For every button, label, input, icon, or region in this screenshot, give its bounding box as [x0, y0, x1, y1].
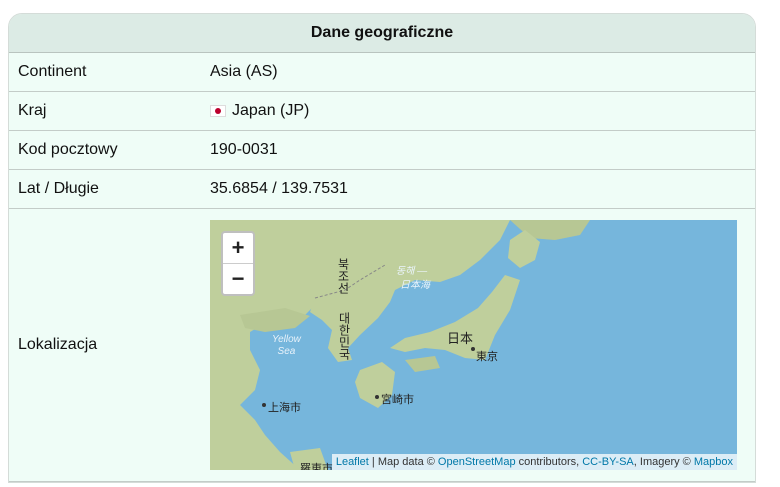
map-label-sea-japan-ja: 日本海	[400, 280, 430, 291]
miyazaki-marker	[375, 395, 379, 399]
map-label-tokyo: 東京	[476, 351, 498, 363]
row-value: 190-0031	[210, 141, 278, 158]
zoom-in-button[interactable]: +	[223, 233, 253, 263]
license-link[interactable]: CC-BY-SA	[582, 456, 634, 468]
japan-flag-icon	[210, 105, 226, 117]
row-label: Kraj	[18, 102, 47, 119]
shanghai-marker	[262, 403, 266, 407]
row-location: Lokalizacja 북조선 대한민국 동해 — 日本海 日本 東京 Yell…	[9, 209, 755, 482]
osm-link[interactable]: OpenStreetMap	[438, 456, 516, 468]
map-label-japan: 日本	[447, 331, 474, 346]
leaflet-link[interactable]: Leaflet	[336, 456, 369, 468]
land-shikoku	[405, 356, 440, 372]
map-attribution: Leaflet | Map data © OpenStreetMap contr…	[331, 454, 737, 470]
attribution-text: , Imagery ©	[633, 456, 694, 468]
map-label-miyazaki: 宮崎市	[381, 394, 414, 406]
row-label: Continent	[18, 63, 87, 80]
map-label-taiwan: 羅東市	[300, 463, 333, 470]
row-lat-long: Lat / Długie 35.6854 / 139.7531	[9, 170, 755, 209]
attribution-text: contributors,	[515, 456, 583, 468]
row-value-wrap: Japan (JP)	[210, 102, 755, 120]
map-label-shanghai: 上海市	[268, 402, 301, 414]
zoom-out-button[interactable]: −	[223, 263, 253, 294]
card-title: Dane geograficzne	[9, 14, 755, 53]
map-view[interactable]: 북조선 대한민국 동해 — 日本海 日本 東京 Yellow Sea 上海市 宮…	[210, 220, 737, 470]
map-label-south-korea: 대한민국	[337, 312, 351, 360]
row-label: Kod pocztowy	[18, 141, 118, 158]
row-continent: Continent Asia (AS)	[9, 53, 755, 92]
tokyo-marker	[471, 347, 475, 351]
row-country: Kraj Japan (JP)	[9, 92, 755, 131]
row-value: 35.6854 / 139.7531	[210, 180, 348, 197]
row-label: Lokalizacja	[18, 336, 98, 353]
row-postal-code: Kod pocztowy 190-0031	[9, 131, 755, 170]
row-label: Lat / Długie	[18, 180, 99, 197]
map-label-sea-japan-ko: 동해 —	[396, 266, 428, 277]
row-value: Asia (AS)	[210, 63, 278, 80]
row-value: Japan (JP)	[232, 102, 310, 119]
geo-data-card: Dane geograficzne Continent Asia (AS) Kr…	[8, 13, 756, 483]
zoom-control: + −	[221, 231, 255, 296]
mapbox-link[interactable]: Mapbox	[694, 456, 733, 468]
attribution-text: | Map data ©	[368, 456, 438, 468]
map-label-north-korea: 북조선	[336, 258, 350, 294]
map-label-yellow-sea: Yellow Sea	[272, 334, 301, 357]
